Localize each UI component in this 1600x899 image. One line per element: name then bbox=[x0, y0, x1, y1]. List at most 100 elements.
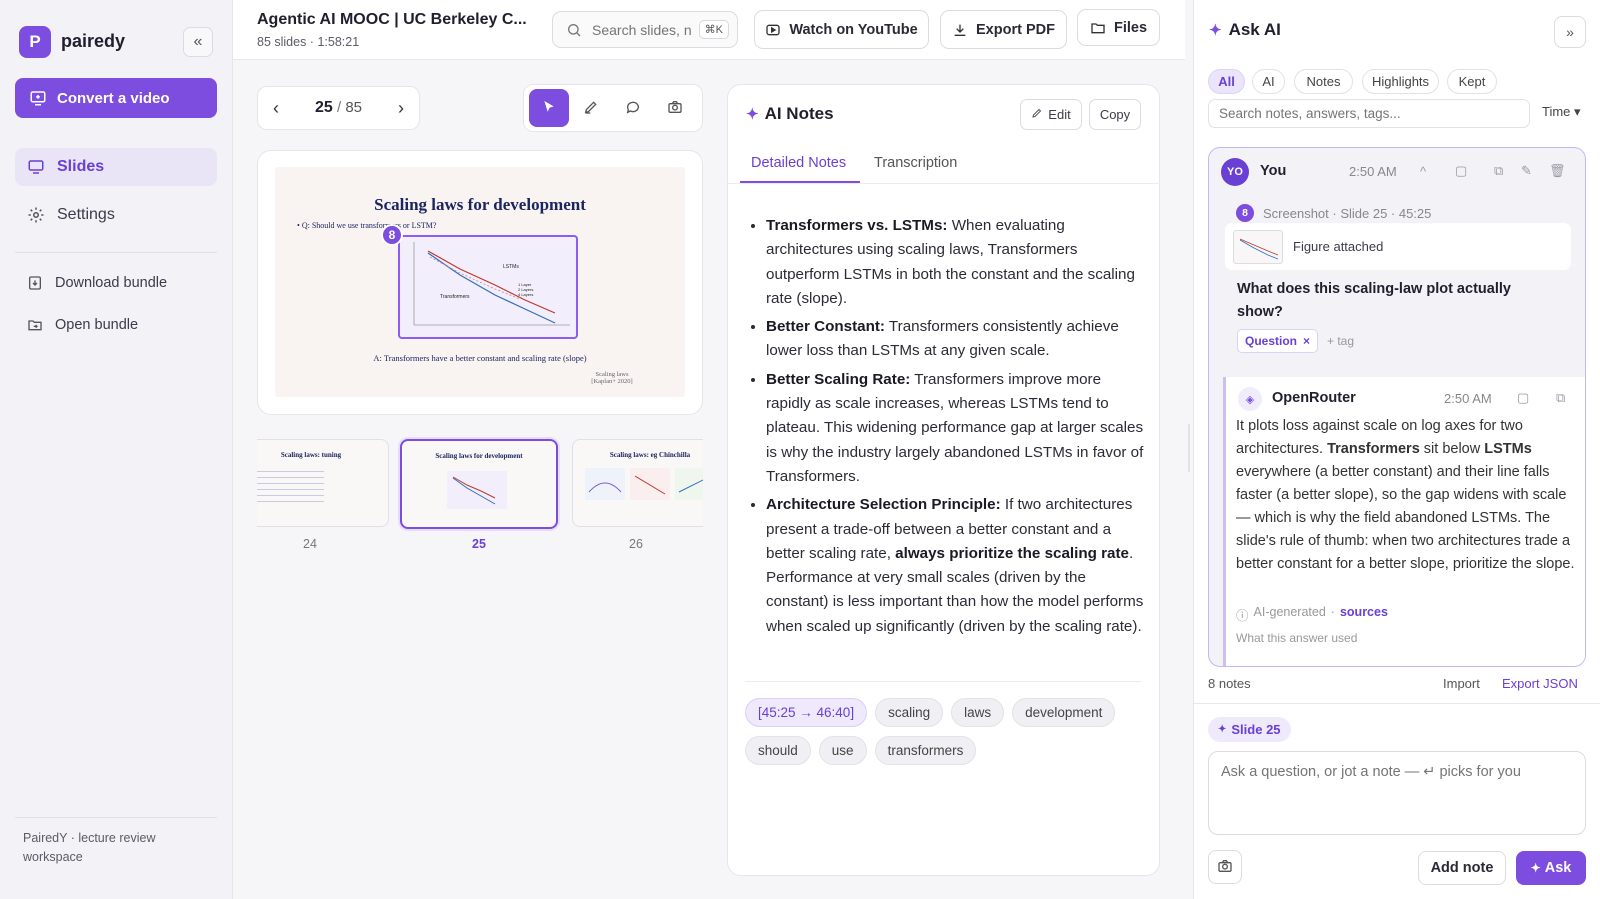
thumbnail-strip: Scaling laws: tuning 24 Scaling laws for… bbox=[257, 437, 703, 555]
filter-highlights[interactable]: Highlights bbox=[1362, 69, 1439, 94]
remove-tag-icon[interactable]: × bbox=[1303, 334, 1310, 348]
open-bundle-button[interactable]: Open bundle bbox=[15, 309, 217, 341]
answer-used-label[interactable]: What this answer used bbox=[1236, 631, 1357, 645]
thumbnail-24[interactable]: Scaling laws: tuning bbox=[257, 439, 389, 527]
checkbox-icon[interactable]: ▢ bbox=[1517, 390, 1529, 406]
next-slide-button[interactable]: › bbox=[398, 98, 404, 119]
plot-series-transformers: Transformers bbox=[440, 294, 470, 300]
notes-footer: 8 notes Import Export JSON bbox=[1208, 676, 1586, 691]
time-sort-dropdown[interactable]: Time ▾ bbox=[1542, 104, 1581, 120]
slide-bullet: • Q: Should we use transformers or LSTM? bbox=[297, 221, 437, 230]
filter-ai[interactable]: AI bbox=[1252, 69, 1285, 94]
thumbnail-plot bbox=[447, 471, 507, 509]
attach-screenshot-button[interactable] bbox=[1208, 850, 1242, 884]
double-chevron-left-icon: « bbox=[193, 33, 203, 50]
screenshot-badge: 8 bbox=[1236, 204, 1254, 222]
download-bundle-label: Download bundle bbox=[55, 275, 168, 291]
slide-marker-badge[interactable]: 8 bbox=[381, 224, 403, 246]
collapse-message-icon[interactable]: ^ bbox=[1420, 164, 1426, 179]
files-button[interactable]: Files bbox=[1077, 9, 1160, 46]
convert-video-label: Convert a video bbox=[57, 89, 170, 107]
double-chevron-right-icon: » bbox=[1566, 24, 1574, 40]
copy-notes-button[interactable]: Copy bbox=[1089, 99, 1141, 130]
tag-chip[interactable]: development bbox=[1012, 698, 1116, 727]
export-pdf-label: Export PDF bbox=[976, 21, 1055, 38]
filter-all[interactable]: All bbox=[1208, 69, 1245, 94]
slide-pager: ‹ 25 / 85 › bbox=[257, 86, 420, 130]
export-pdf-button[interactable]: Export PDF bbox=[940, 10, 1067, 49]
question-tag[interactable]: Question × bbox=[1237, 329, 1319, 353]
tab-detailed-notes[interactable]: Detailed Notes bbox=[751, 155, 846, 171]
ai-generated-label: AI-generated bbox=[1253, 605, 1326, 619]
trash-icon[interactable]: 🗑 bbox=[1549, 163, 1566, 179]
import-button[interactable]: Import bbox=[1443, 676, 1480, 691]
slide-highlight-box: LSTMs Transformers 1 Layer 2 Layers 4 La… bbox=[398, 235, 578, 339]
sparkle-icon: ✦ bbox=[1530, 861, 1541, 875]
prev-slide-button[interactable]: ‹ bbox=[273, 98, 279, 119]
pen-icon bbox=[583, 99, 599, 118]
sidebar bbox=[0, 0, 233, 899]
export-json-button[interactable]: Export JSON bbox=[1502, 676, 1578, 691]
note-bullet: Architecture Selection Principle: If two… bbox=[766, 493, 1144, 639]
ask-ai-title-label: Ask AI bbox=[1228, 20, 1281, 39]
notes-search[interactable] bbox=[1208, 99, 1530, 128]
notes-search-input[interactable] bbox=[1219, 106, 1529, 121]
edit-notes-button[interactable]: Edit bbox=[1020, 99, 1082, 130]
search-input[interactable] bbox=[592, 21, 692, 38]
convert-video-button[interactable]: Convert a video bbox=[15, 78, 217, 118]
screenshot-tool-button[interactable] bbox=[655, 89, 695, 127]
tag-chip[interactable]: scaling bbox=[875, 698, 944, 727]
tab-transcription[interactable]: Transcription bbox=[874, 155, 957, 171]
sidebar-item-settings[interactable]: Settings bbox=[15, 196, 217, 234]
thumbnail-26[interactable]: Scaling laws: eg Chinchilla bbox=[572, 439, 703, 527]
panel-resize-handle[interactable] bbox=[1188, 424, 1190, 472]
search-shortcut: ⌘K bbox=[698, 20, 729, 39]
slide-context-chip[interactable]: ✦ Slide 25 bbox=[1208, 717, 1291, 742]
ask-input[interactable] bbox=[1221, 764, 1573, 822]
add-note-button[interactable]: Add note bbox=[1418, 851, 1506, 885]
sources-link[interactable]: sources bbox=[1340, 605, 1388, 624]
app-logo: P bbox=[19, 26, 51, 58]
select-tool-button[interactable] bbox=[529, 89, 569, 127]
draw-tool-button[interactable] bbox=[571, 89, 611, 127]
collapse-sidebar-button[interactable]: « bbox=[183, 27, 213, 57]
answer-author: OpenRouter bbox=[1272, 390, 1356, 406]
slide-canvas[interactable]: Scaling laws for development • Q: Should… bbox=[275, 167, 685, 397]
download-bundle-button[interactable]: Download bundle bbox=[15, 267, 217, 299]
filter-kept[interactable]: Kept bbox=[1447, 69, 1497, 94]
timestamp-chip[interactable]: [45:25 → 46:40] bbox=[745, 698, 868, 727]
sidebar-item-slides[interactable]: Slides bbox=[15, 148, 217, 186]
filter-notes[interactable]: Notes bbox=[1294, 69, 1353, 94]
ask-button[interactable]: ✦ Ask bbox=[1516, 851, 1586, 885]
copy-icon[interactable]: ⧉ bbox=[1556, 390, 1565, 406]
thumbnail-title: Scaling laws for development bbox=[435, 452, 523, 460]
slide-search[interactable]: ⌘K bbox=[552, 11, 738, 48]
copy-icon[interactable]: ⧉ bbox=[1494, 163, 1503, 179]
answer-meta: ⓘ AI-generated · sources bbox=[1236, 605, 1388, 624]
note-bullet: Better Scaling Rate: Transformers improv… bbox=[766, 368, 1144, 489]
tag-chip[interactable]: transformers bbox=[874, 736, 977, 765]
sidebar-footer: PairedY · lecture review workspace bbox=[23, 831, 156, 864]
copy-label: Copy bbox=[1099, 107, 1131, 122]
tag-chip[interactable]: laws bbox=[951, 698, 1005, 727]
comment-tool-button[interactable] bbox=[613, 89, 653, 127]
ask-input-box[interactable] bbox=[1208, 751, 1586, 835]
checkbox-icon[interactable]: ▢ bbox=[1455, 163, 1467, 179]
folder-open-icon bbox=[27, 317, 43, 333]
cursor-icon bbox=[541, 99, 557, 118]
download-icon bbox=[27, 275, 43, 291]
tag-chip[interactable]: use bbox=[818, 736, 867, 765]
watch-youtube-button[interactable]: Watch on YouTube bbox=[754, 10, 929, 49]
download-icon bbox=[952, 22, 968, 38]
collapse-panel-button[interactable]: » bbox=[1554, 16, 1586, 48]
edit-icon[interactable]: ✎ bbox=[1521, 163, 1532, 179]
notes-title-label: AI Notes bbox=[764, 104, 834, 123]
add-tag-button[interactable]: + tag bbox=[1327, 334, 1354, 348]
figure-attachment[interactable]: Figure attached bbox=[1225, 223, 1571, 270]
thumbnail-25[interactable]: Scaling laws for development bbox=[400, 439, 558, 529]
figure-thumbnail bbox=[1233, 229, 1283, 264]
annotation-toolbar bbox=[523, 84, 703, 132]
tag-chip[interactable]: should bbox=[745, 736, 811, 765]
slide-plot bbox=[413, 242, 570, 326]
tag-label: Question bbox=[1245, 334, 1298, 348]
